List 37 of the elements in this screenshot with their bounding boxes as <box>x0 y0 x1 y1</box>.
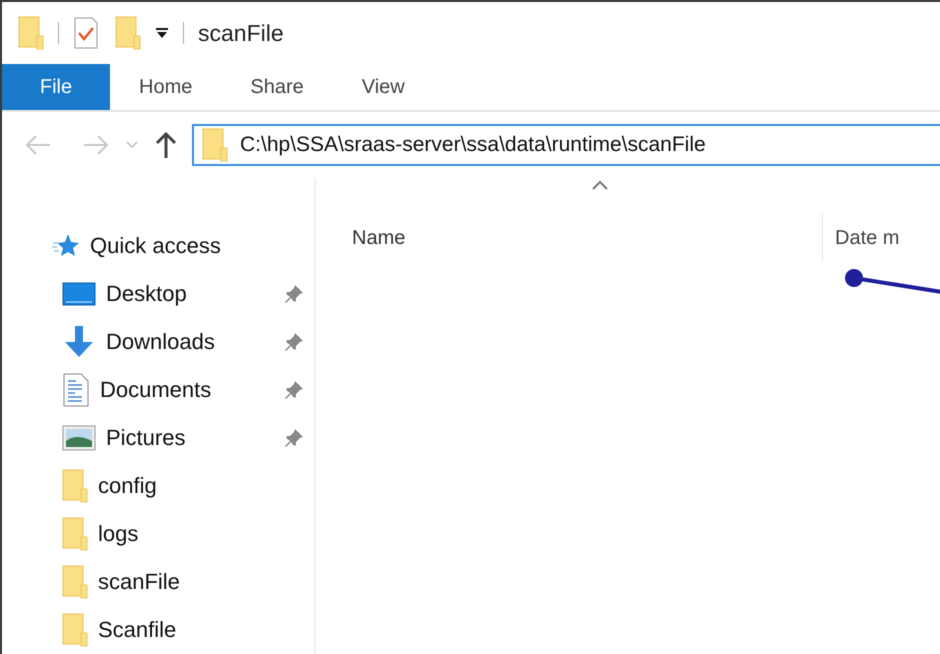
star-icon <box>52 233 80 259</box>
pin-icon[interactable] <box>284 428 304 448</box>
ribbon-tab[interactable]: Share <box>221 64 333 110</box>
sidebar-item[interactable]: logs <box>2 510 314 558</box>
folder-icon <box>62 469 88 503</box>
folder-icon <box>62 613 88 647</box>
folder-icon <box>202 128 228 162</box>
ribbon-tab[interactable]: Home <box>110 64 222 110</box>
column-header[interactable]: Name <box>352 226 822 250</box>
folder-icon <box>62 565 88 599</box>
sidebar-item[interactable]: Desktop <box>2 270 314 318</box>
pin-icon[interactable] <box>284 380 304 400</box>
chevron-down-icon[interactable] <box>126 141 138 150</box>
sidebar-item[interactable]: config <box>2 462 314 510</box>
dropdown-icon[interactable] <box>155 26 169 40</box>
pin-icon[interactable] <box>284 284 304 304</box>
window-title: scanFile <box>198 20 284 47</box>
picture-icon <box>62 425 96 451</box>
file-tab[interactable]: File <box>2 64 110 110</box>
sidebar-item[interactable]: Scanfile <box>2 606 314 654</box>
folder-icon <box>115 16 141 50</box>
sidebar-item[interactable]: scanFile <box>2 558 314 606</box>
desktop-icon <box>62 281 96 307</box>
checklist-icon[interactable] <box>73 16 99 50</box>
folder-icon <box>62 517 88 551</box>
pin-icon[interactable] <box>284 332 304 352</box>
up-arrow-icon[interactable] <box>154 131 178 160</box>
column-header[interactable]: Date m <box>835 226 900 250</box>
address-bar[interactable]: C:\hp\SSA\sraas-server\ssa\data\runtime\scanFile <box>192 124 940 166</box>
sidebar-item[interactable]: Documents <box>2 366 314 414</box>
download-arrow-icon <box>62 325 96 359</box>
document-icon <box>62 373 90 407</box>
sidebar-item[interactable]: Pictures <box>2 414 314 462</box>
folder-icon <box>18 16 44 50</box>
quick-access-item[interactable]: Quick access <box>2 222 314 270</box>
ribbon-tab[interactable]: View <box>332 64 434 110</box>
sidebar-item[interactable]: Downloads <box>2 318 314 366</box>
